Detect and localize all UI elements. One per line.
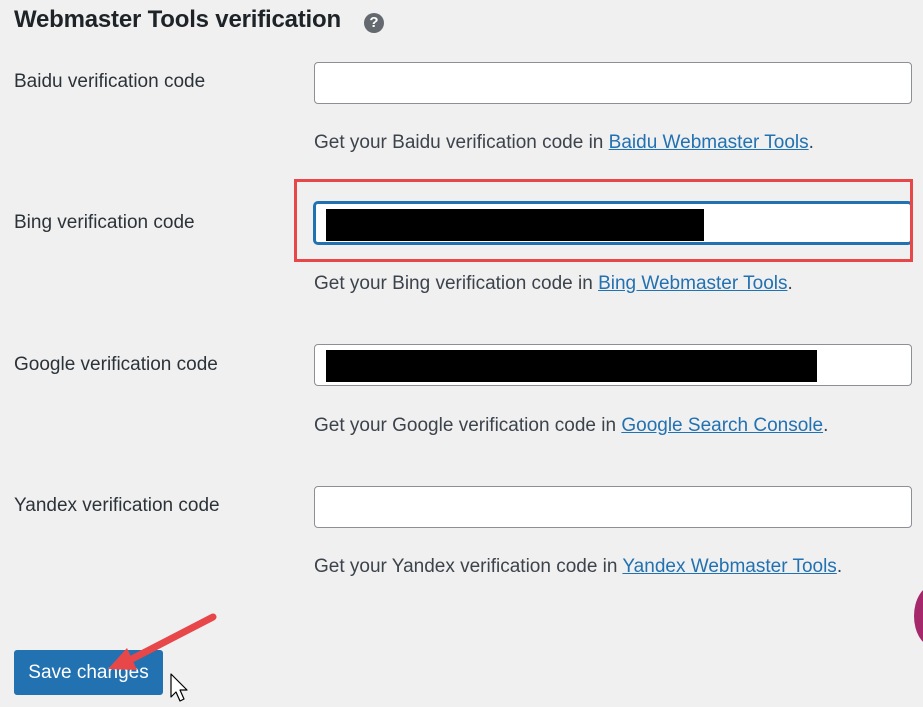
mouse-cursor-icon [170,673,188,702]
annotation-overlay [108,613,217,702]
red-arrow-icon [108,613,217,670]
